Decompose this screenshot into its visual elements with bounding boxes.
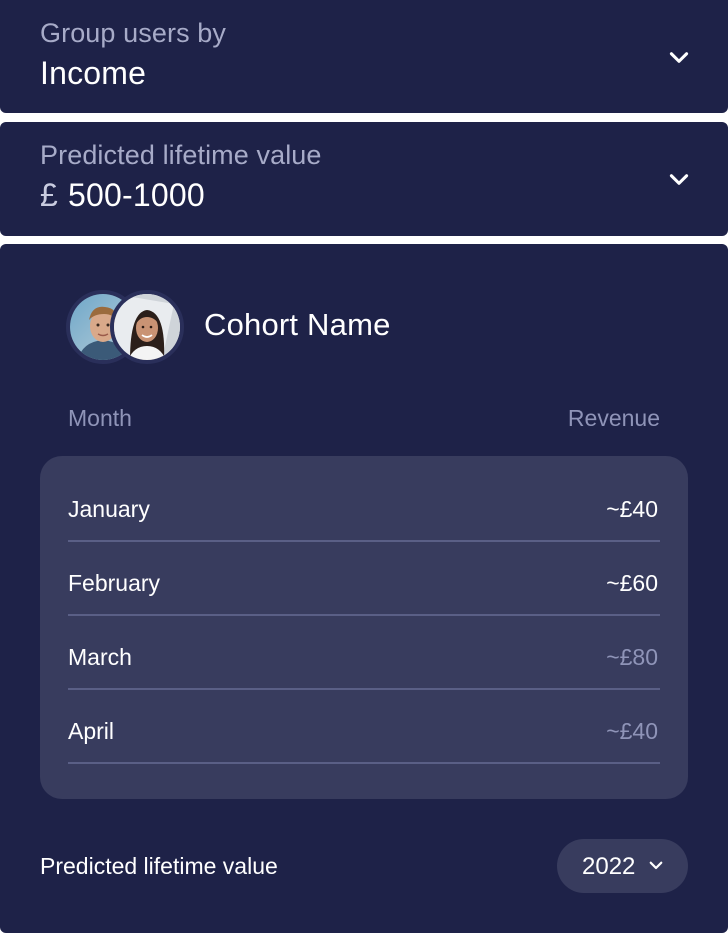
chevron-down-icon	[649, 861, 663, 870]
cohort-title: Cohort Name	[204, 307, 391, 342]
column-header-revenue: Revenue	[567, 405, 660, 431]
year-select[interactable]: 2022	[557, 839, 688, 893]
ltv-label: Predicted lifetime value	[40, 140, 322, 170]
ltv-value: 500-1000	[68, 177, 205, 213]
row-month: February	[68, 570, 161, 596]
table-row: February ~£60	[68, 540, 660, 616]
group-users-value: Income	[40, 55, 147, 91]
row-revenue: ~£60	[606, 570, 658, 596]
footer-ltv-label: Predicted lifetime value	[40, 853, 278, 879]
chevron-down-icon[interactable]	[666, 166, 692, 192]
row-revenue: ~£40	[606, 496, 658, 522]
revenue-table: January ~£40 February ~£60 March ~£80 Ap…	[40, 456, 688, 799]
column-header-month: Month	[68, 405, 132, 431]
chevron-down-icon[interactable]	[666, 44, 692, 70]
row-revenue: ~£80	[606, 644, 658, 670]
avatar-group	[66, 290, 186, 364]
cohort-card: Cohort Name Month Revenue January ~£40 F…	[0, 244, 728, 933]
row-month: January	[68, 496, 150, 522]
group-users-dropdown[interactable]: Group users by Income	[0, 0, 728, 113]
ltv-value-wrap: £500-1000	[40, 177, 205, 214]
currency-symbol: £	[40, 177, 58, 213]
row-revenue: ~£40	[606, 718, 658, 744]
table-row: January ~£40	[68, 466, 660, 542]
table-row: April ~£40	[68, 688, 660, 764]
year-value: 2022	[582, 853, 636, 880]
row-month: April	[68, 718, 115, 744]
row-month: March	[68, 644, 132, 670]
ltv-dropdown[interactable]: Predicted lifetime value £500-1000	[0, 122, 728, 236]
avatar-woman	[110, 290, 184, 364]
group-users-label: Group users by	[40, 18, 226, 48]
table-row: March ~£80	[68, 614, 660, 690]
